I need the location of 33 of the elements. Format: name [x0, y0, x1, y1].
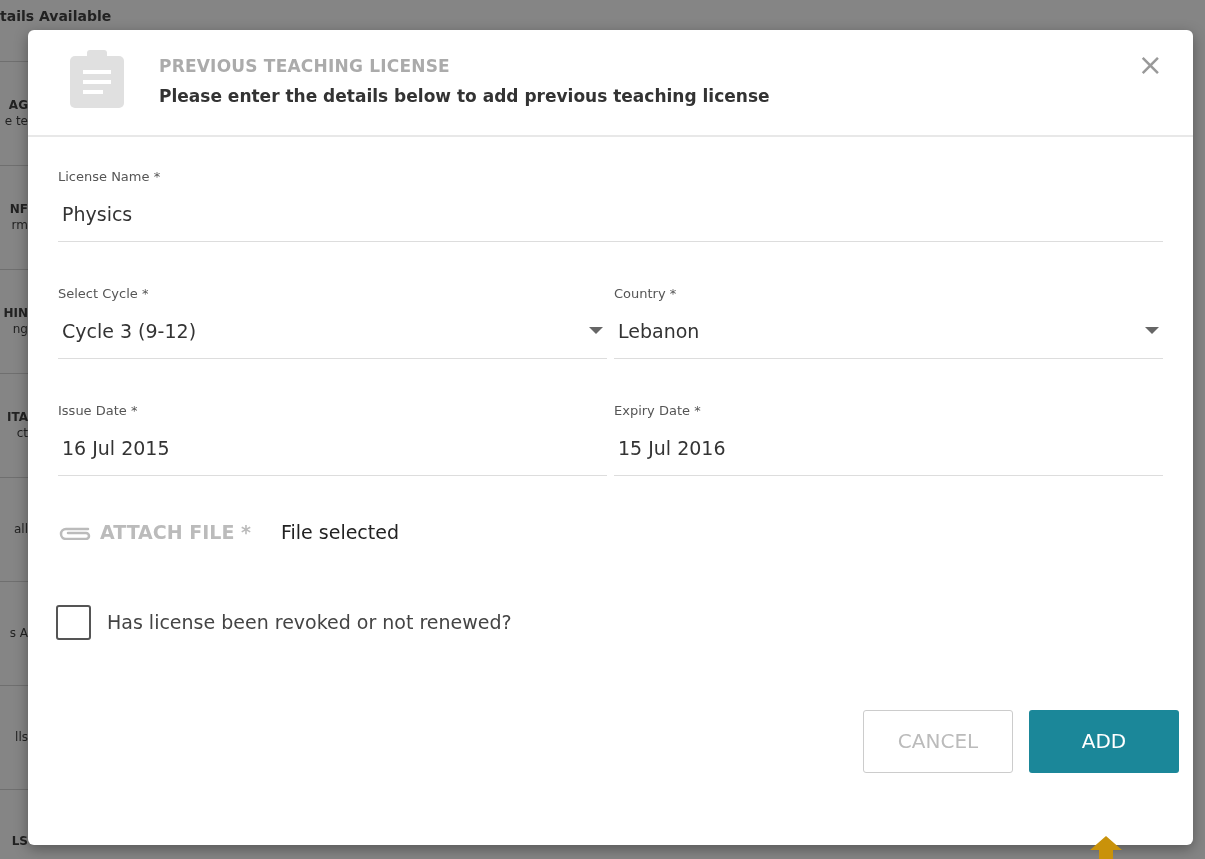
row-subtitle: e te	[4, 113, 28, 130]
row-title: tails Available	[0, 7, 112, 26]
row-subtitle: lls	[15, 729, 28, 746]
checkbox-label: Has license been revoked or not renewed?	[107, 609, 512, 635]
input-field[interactable]: 16 Jul 2015	[58, 420, 607, 476]
select-field[interactable]: Lebanon	[614, 303, 1163, 359]
row-title: AG	[8, 97, 28, 114]
row-subtitle: ct	[16, 425, 28, 442]
dialog-subtitle: Please enter the details below to add previous teaching license	[159, 84, 771, 108]
clipboard-icon	[70, 50, 124, 108]
field-label: Select Cycle *	[58, 285, 150, 303]
row-subtitle: all	[13, 521, 28, 538]
row-subtitle: ng	[12, 321, 28, 338]
row-title: HIN	[3, 305, 28, 322]
row-title: LS	[11, 833, 28, 850]
select-field[interactable]: Cycle 3 (9-12)	[58, 303, 607, 359]
row-subtitle: rm	[11, 217, 28, 234]
arrow-icon	[1090, 836, 1122, 859]
caret-icon	[589, 327, 603, 335]
row-title: ITA	[7, 409, 28, 426]
dialog-title: PREVIOUS TEACHING LICENSE	[159, 55, 451, 78]
field-label: Issue Date *	[58, 402, 139, 420]
row-subtitle: s A	[9, 625, 28, 642]
input-field[interactable]: Physics	[58, 186, 1163, 242]
field-label: License Name *	[58, 168, 162, 186]
checkbox[interactable]	[56, 604, 91, 640]
file-status: File selected	[280, 520, 399, 545]
row-title: NF	[9, 201, 28, 218]
input-field[interactable]: 15 Jul 2016	[614, 420, 1163, 476]
field-label: Expiry Date *	[614, 402, 702, 420]
add-button[interactable]: ADD	[1029, 709, 1179, 773]
field-label: Country *	[614, 285, 678, 303]
caret-icon	[1145, 327, 1159, 335]
